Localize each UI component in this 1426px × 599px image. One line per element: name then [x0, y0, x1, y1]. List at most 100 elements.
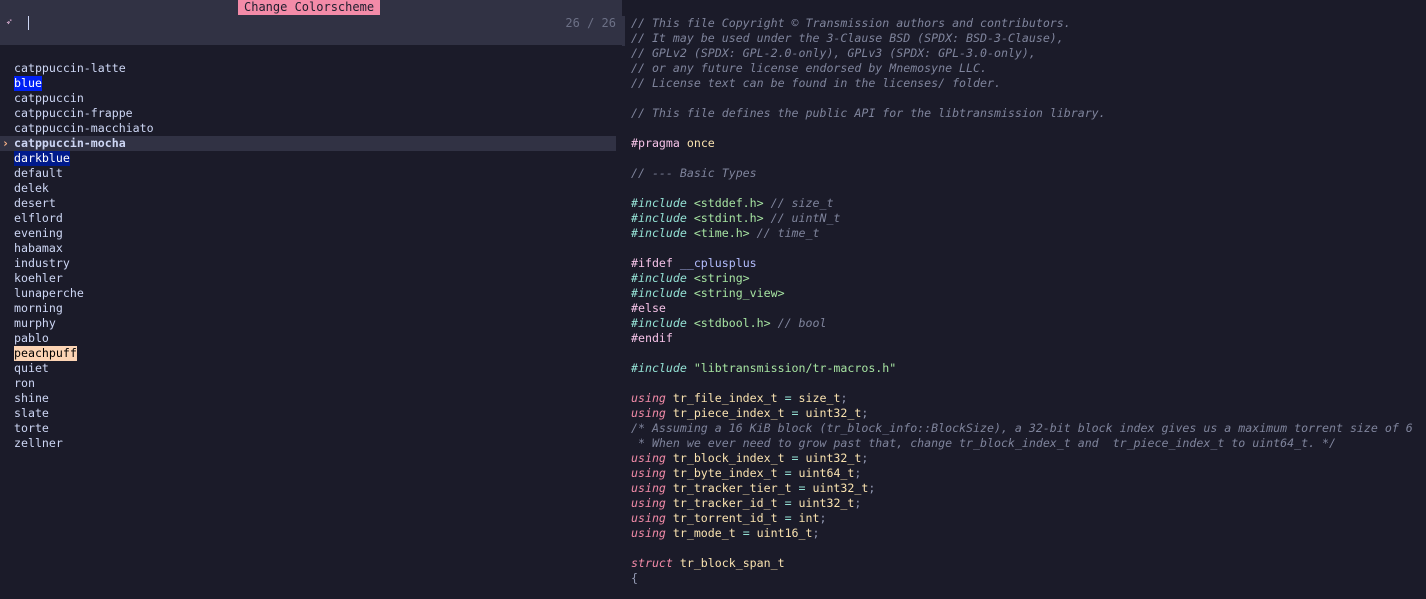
picker-prompt: Change Colorscheme ➶ 26 / 26: [0, 0, 622, 45]
code-line: using tr_tracker_tier_t = uint32_t;: [622, 481, 1426, 496]
list-item[interactable]: habamax: [0, 241, 622, 256]
list-item[interactable]: ron: [0, 376, 622, 391]
code-token: * When we ever need to grow past that, c…: [631, 436, 1336, 450]
code-token: uint64_t: [791, 466, 855, 480]
code-token: #include: [631, 211, 687, 225]
list-item-label: catppuccin-latte: [14, 61, 126, 75]
code-token: <stddef.h>: [686, 196, 764, 210]
code-line: // License text can be found in the lice…: [622, 76, 1426, 91]
code-line: #include "libtransmission/tr-macros.h": [622, 361, 1426, 376]
list-item[interactable]: murphy: [0, 316, 622, 331]
list-item-label: habamax: [14, 241, 63, 255]
code-token: using: [631, 511, 666, 525]
list-item[interactable]: torte: [0, 421, 622, 436]
code-line: using tr_torrent_id_t = int;: [622, 511, 1426, 526]
code-token: // This file defines the public API for …: [631, 106, 1106, 120]
list-item-label: catppuccin-frappe: [14, 106, 133, 120]
list-item[interactable]: desert: [0, 196, 622, 211]
list-item[interactable]: pablo: [0, 331, 622, 346]
code-token: tr_file_index_t: [665, 391, 785, 405]
list-item[interactable]: koehler: [0, 271, 622, 286]
code-line: using tr_mode_t = uint16_t;: [622, 526, 1426, 541]
code-line: // This file Copyright © Transmission au…: [622, 16, 1426, 31]
code-token: using: [631, 451, 666, 465]
list-item[interactable]: evening: [0, 226, 622, 241]
code-token: // --- Basic Types: [631, 166, 757, 180]
list-item[interactable]: peachpuff: [0, 346, 622, 361]
list-item[interactable]: zellner: [0, 436, 622, 451]
code-token: tr_tracker_id_t: [665, 496, 785, 510]
list-item[interactable]: catppuccin: [0, 91, 622, 106]
list-item[interactable]: catppuccin-frappe: [0, 106, 622, 121]
code-token: uint16_t: [749, 526, 813, 540]
code-line: #include <string_view>: [622, 286, 1426, 301]
list-item-label: ron: [14, 376, 35, 390]
code-token: using: [631, 406, 666, 420]
code-token: ;: [861, 406, 869, 420]
text-cursor[interactable]: [28, 16, 29, 30]
list-item[interactable]: default: [0, 166, 622, 181]
code-token: uint32_t: [791, 496, 855, 510]
code-token: <stdbool.h>: [686, 316, 771, 330]
code-token: uint32_t: [798, 451, 862, 465]
list-item[interactable]: shine: [0, 391, 622, 406]
list-item-label: murphy: [14, 316, 56, 330]
code-token: {: [631, 571, 638, 585]
code-token: ;: [854, 466, 862, 480]
code-token: // or any future license endorsed by Mne…: [631, 61, 987, 75]
code-token: ;: [840, 391, 848, 405]
code-token: using: [631, 391, 666, 405]
list-item[interactable]: catppuccin-latte: [0, 61, 622, 76]
picker-title: Change Colorscheme: [238, 0, 381, 15]
code-token: =: [784, 466, 792, 480]
code-line: /* Assuming a 16 KiB block (tr_block_inf…: [622, 421, 1426, 436]
code-preview: // This file Copyright © Transmission au…: [622, 16, 1426, 586]
list-item[interactable]: delek: [0, 181, 622, 196]
list-item-label: lunaperche: [14, 286, 84, 300]
code-token: using: [631, 526, 666, 540]
code-token: ;: [861, 451, 869, 465]
code-token: #pragma: [631, 136, 680, 150]
list-item[interactable]: slate: [0, 406, 622, 421]
code-token: =: [784, 391, 792, 405]
code-token: <string>: [686, 271, 750, 285]
list-item-label: catppuccin: [14, 91, 84, 105]
code-token: <time.h>: [686, 226, 750, 240]
list-item[interactable]: elflord: [0, 211, 622, 226]
code-token: using: [631, 481, 666, 495]
code-line: using tr_piece_index_t = uint32_t;: [622, 406, 1426, 421]
code-token: <string_view>: [686, 286, 785, 300]
code-token: once: [686, 136, 715, 150]
list-item-label: torte: [14, 421, 49, 435]
list-item[interactable]: blue: [0, 76, 622, 91]
code-line: struct tr_block_span_t: [622, 556, 1426, 571]
list-item[interactable]: lunaperche: [0, 286, 622, 301]
result-count: 26 / 26: [565, 16, 616, 30]
code-token: tr_byte_index_t: [665, 466, 785, 480]
code-token: #else: [631, 301, 666, 315]
list-item[interactable]: morning: [0, 301, 622, 316]
list-item[interactable]: quiet: [0, 361, 622, 376]
code-token: ;: [812, 526, 820, 540]
code-line: using tr_byte_index_t = uint64_t;: [622, 466, 1426, 481]
code-token: tr_mode_t: [665, 526, 743, 540]
code-token: tr_tracker_tier_t: [665, 481, 799, 495]
code-token: /* Assuming a 16 KiB block (tr_block_inf…: [631, 421, 1413, 435]
list-item[interactable]: darkblue: [0, 151, 622, 166]
code-token: // uintN_t: [763, 211, 841, 225]
code-line: #include <stddef.h> // size_t: [622, 196, 1426, 211]
code-line: // --- Basic Types: [622, 166, 1426, 181]
code-token: "libtransmission/tr-macros.h": [686, 361, 897, 375]
code-line: {: [622, 571, 1426, 586]
code-token: #include: [631, 361, 687, 375]
colorscheme-list[interactable]: catppuccin-latte blue catppuccin catppuccin…: [0, 61, 622, 451]
list-item[interactable]: catppuccin-macchiato: [0, 121, 622, 136]
code-line: // It may be used under the 3-Clause BSD…: [622, 31, 1426, 46]
list-item[interactable]: industry: [0, 256, 622, 271]
list-item[interactable]: › catppuccin-mocha: [0, 136, 616, 151]
